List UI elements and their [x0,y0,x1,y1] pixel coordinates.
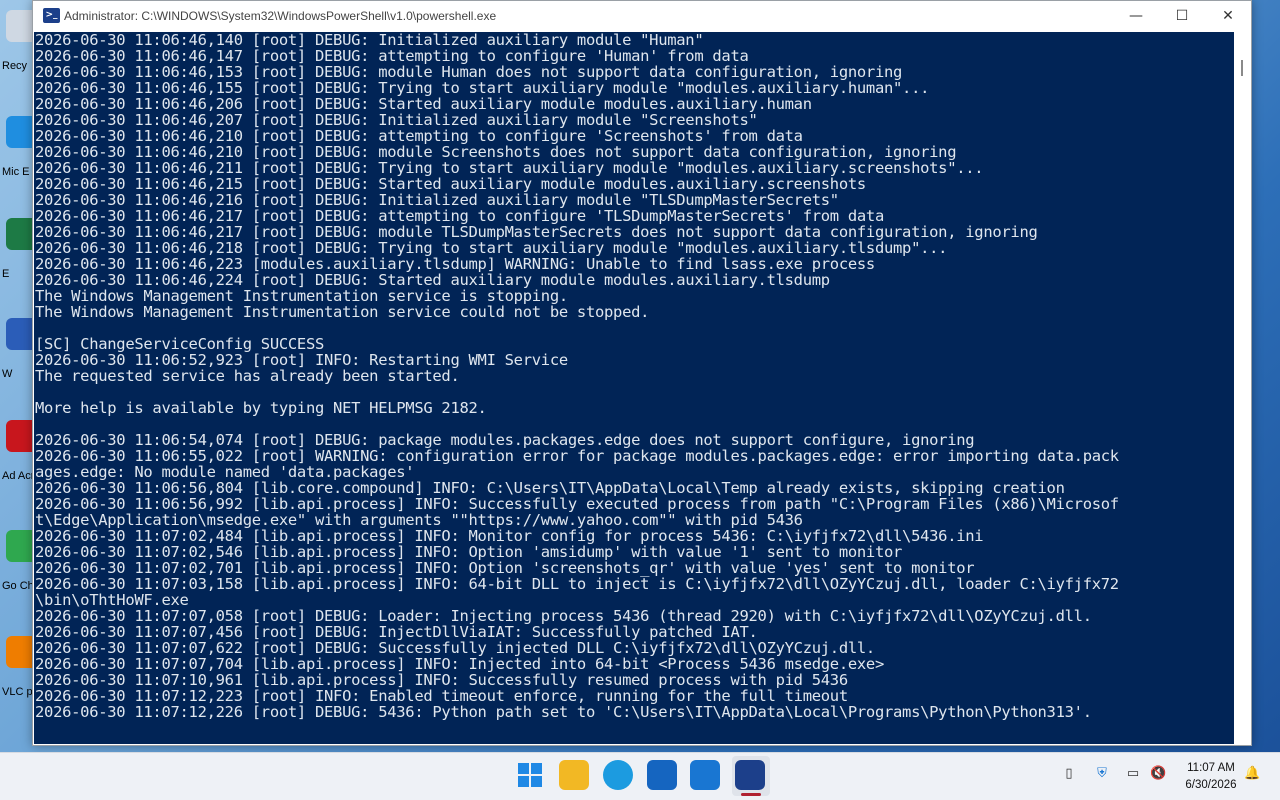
console-text: 2026-06-30 11:06:46,140 [root] DEBUG: In… [35,32,1119,721]
close-button[interactable]: ✕ [1205,1,1251,32]
desktop-icon-label: Ad Acr [2,470,35,482]
active-app-indicator [741,793,761,796]
title-bar[interactable]: >_ Administrator: C:\WINDOWS\System32\Wi… [33,1,1251,32]
taskbar-microsoft-store-icon[interactable] [647,760,677,790]
desktop-icon-label: Recy [2,60,28,72]
notifications-icon[interactable]: 🔔 [1244,766,1260,782]
taskbar [0,752,1280,800]
volume-muted-icon[interactable]: 🔇 [1150,766,1166,782]
console-output[interactable]: 2026-06-30 11:06:46,140 [root] DEBUG: In… [34,32,1234,744]
network-icon[interactable]: ▭ [1125,766,1141,782]
security-shield-icon[interactable]: ⛨ [1094,766,1110,782]
window-title: Administrator: C:\WINDOWS\System32\Windo… [64,9,497,23]
taskbar-edge-icon[interactable] [603,760,633,790]
desktop-icon-label: W [2,368,13,380]
clock-date: 6/30/2026 [1185,779,1237,791]
powershell-icon: >_ [43,8,60,23]
desktop-icon-label: VLC pl [2,686,36,698]
desktop-icon-label: Mic E [2,166,30,178]
clock-time: 11:07 AM [1187,762,1235,774]
taskbar-file-explorer-icon[interactable] [559,760,589,790]
clock[interactable]: 11:07 AM 6/30/2026 [1176,760,1246,794]
vertical-scrollbar[interactable] [1234,32,1250,744]
desktop-icon-label: E [2,268,10,280]
scrollbar-thumb[interactable] [1241,60,1243,76]
taskbar-outlook-icon[interactable] [690,760,720,790]
powershell-window: >_ Administrator: C:\WINDOWS\System32\Wi… [32,0,1252,746]
minimize-button[interactable]: — [1113,1,1159,32]
taskbar-start-icon[interactable] [515,760,545,790]
maximize-button[interactable]: ☐ [1159,1,1205,32]
usb-icon[interactable]: ▯ [1061,766,1077,782]
taskbar-powershell-icon[interactable] [735,760,765,790]
